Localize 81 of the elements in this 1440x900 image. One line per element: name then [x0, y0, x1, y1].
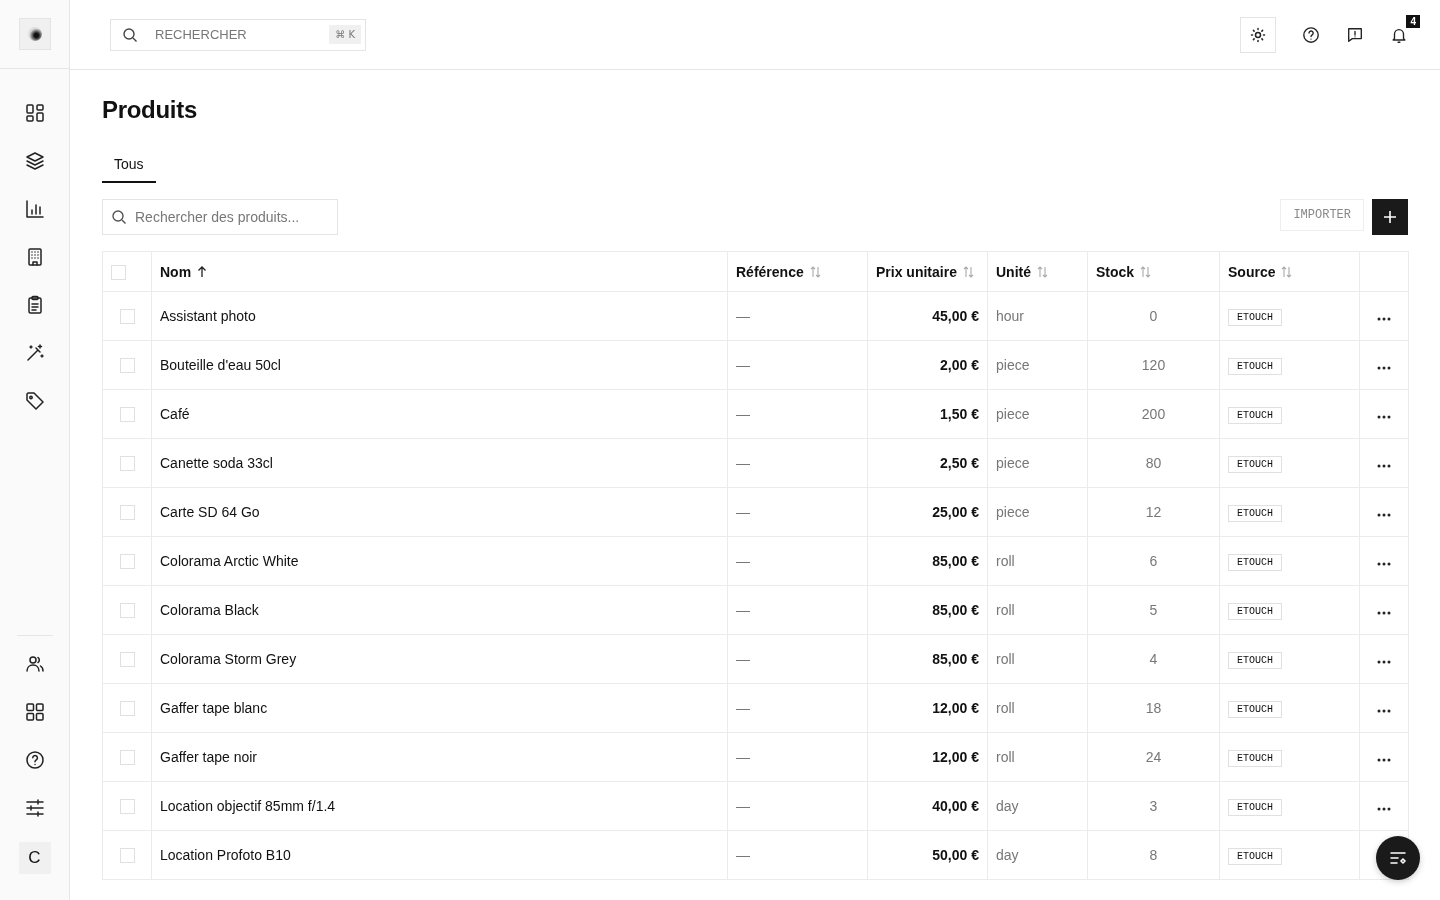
product-name: Colorama Storm Grey [160, 651, 297, 667]
reference-cell: — [736, 553, 750, 569]
product-name: Location Profoto B10 [160, 847, 291, 863]
reference-cell: — [736, 357, 750, 373]
unit-cell: piece [996, 406, 1030, 422]
unit-cell: day [996, 847, 1019, 863]
source-tag: ETOUCH [1228, 504, 1282, 522]
reference-cell: — [736, 798, 750, 814]
reference-cell: — [736, 308, 750, 324]
product-search-field[interactable]: Rechercher des produits... [102, 199, 338, 235]
unit-cell: piece [996, 455, 1030, 471]
source-tag: ETOUCH [1228, 651, 1282, 669]
price-cell: 1,50 € [940, 406, 979, 422]
unit-cell: day [996, 798, 1019, 814]
column-header[interactable]: Stock [1096, 263, 1152, 280]
product-name: Colorama Black [160, 602, 259, 618]
unit-cell: roll [996, 553, 1015, 569]
price-cell: 40,00 € [932, 798, 979, 814]
stock-cell: 120 [1141, 357, 1166, 373]
source-tag: ETOUCH [1228, 406, 1282, 424]
product-name: Café [160, 406, 190, 422]
stock-cell: 12 [1145, 504, 1162, 520]
stock-cell: 24 [1145, 749, 1162, 765]
price-cell: 12,00 € [932, 700, 979, 716]
stock-cell: 6 [1149, 553, 1158, 569]
price-cell: 2,00 € [940, 357, 979, 373]
product-name: Location objectif 85mm f/1.4 [160, 798, 336, 814]
source-tag: ETOUCH [1228, 455, 1282, 473]
reference-cell: — [736, 847, 750, 863]
product-name: Bouteille d'eau 50cl [160, 357, 281, 373]
user-avatar[interactable]: C [18, 842, 51, 874]
price-cell: 85,00 € [932, 651, 979, 667]
source-tag: ETOUCH [1228, 847, 1282, 865]
product-name: Assistant photo [160, 308, 256, 324]
stock-cell: 200 [1141, 406, 1166, 422]
price-cell: 85,00 € [932, 602, 979, 618]
source-tag: ETOUCH [1228, 749, 1282, 767]
column-header[interactable]: Source [1228, 263, 1293, 280]
source-tag: ETOUCH [1228, 700, 1282, 718]
price-cell: 85,00 € [932, 553, 979, 569]
price-cell: 12,00 € [932, 749, 979, 765]
unit-cell: piece [996, 357, 1030, 373]
unit-cell: roll [996, 602, 1015, 618]
tab[interactable]: Tous [102, 150, 156, 183]
reference-cell: — [736, 504, 750, 520]
stock-cell: 0 [1149, 308, 1158, 324]
source-tag: ETOUCH [1228, 553, 1282, 571]
reference-cell: — [736, 651, 750, 667]
stock-cell: 3 [1149, 798, 1158, 814]
price-cell: 50,00 € [932, 847, 979, 863]
product-name: Colorama Arctic White [160, 553, 299, 569]
price-cell: 45,00 € [932, 308, 979, 324]
reference-cell: — [736, 455, 750, 471]
unit-cell: hour [996, 308, 1025, 324]
reference-cell: — [736, 406, 750, 422]
source-tag: ETOUCH [1228, 357, 1282, 375]
unit-cell: roll [996, 651, 1015, 667]
reference-cell: — [736, 749, 750, 765]
reference-cell: — [736, 700, 750, 716]
product-name: Gaffer tape noir [160, 749, 258, 765]
unit-cell: piece [996, 504, 1030, 520]
column-header[interactable]: Nom [160, 263, 208, 280]
stock-cell: 4 [1149, 651, 1158, 667]
page-title: Produits [102, 96, 198, 124]
product-name: Carte SD 64 Go [160, 504, 260, 520]
price-cell: 2,50 € [940, 455, 979, 471]
stock-cell: 18 [1145, 700, 1162, 716]
stock-cell: 80 [1145, 455, 1162, 471]
source-tag: ETOUCH [1228, 602, 1282, 620]
source-tag: ETOUCH [1228, 308, 1282, 326]
import-button[interactable]: IMPORTER [1280, 199, 1364, 231]
product-name: Canette soda 33cl [160, 455, 273, 471]
source-tag: ETOUCH [1228, 798, 1282, 816]
stock-cell: 8 [1149, 847, 1158, 863]
notification-count: 4 [1406, 14, 1420, 28]
stock-cell: 5 [1149, 602, 1158, 618]
unit-cell: roll [996, 700, 1015, 716]
product-name: Gaffer tape blanc [160, 700, 268, 716]
price-cell: 25,00 € [932, 504, 979, 520]
reference-cell: — [736, 602, 750, 618]
unit-cell: roll [996, 749, 1015, 765]
